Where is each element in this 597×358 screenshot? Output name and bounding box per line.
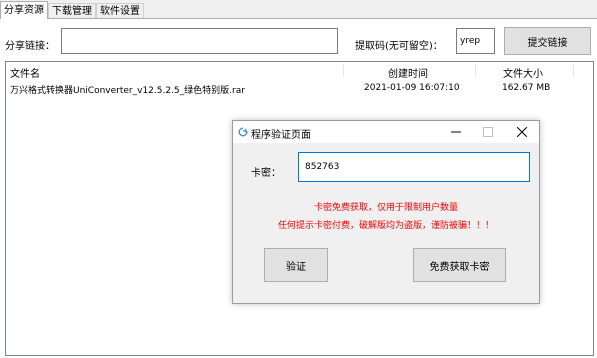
get-free-key-button[interactable]: 免费获取卡密	[413, 248, 506, 282]
notice-line-1: 卡密免费获取，仅用于限制用户数量	[313, 203, 458, 213]
notice-line-2: 任何提示卡密付费，破解版均为盗版，谨防被骗！！！	[277, 221, 494, 231]
submit-link-button[interactable]: 提交链接	[504, 27, 591, 55]
share-link-label: 分享链接：	[5, 41, 55, 52]
tab-strip: 分享资源 下载管理 软件设置	[0, 1, 144, 19]
minimize-button[interactable]	[441, 121, 471, 143]
tab-download[interactable]: 下载管理	[48, 3, 96, 19]
close-icon	[517, 127, 527, 137]
maximize-button[interactable]	[473, 121, 503, 143]
table-row[interactable]: 万兴格式转换器UniConverter_v12.5.2.5_绿色特别版.rar …	[6, 80, 593, 96]
file-size: 162.67 MB	[502, 83, 551, 93]
column-header-size[interactable]: 文件大小	[503, 65, 543, 80]
file-name: 万兴格式转换器UniConverter_v12.5.2.5_绿色特别版.rar	[10, 86, 245, 96]
column-divider[interactable]	[475, 64, 476, 77]
dialog-titlebar[interactable]: 程序验证页面	[233, 121, 539, 143]
dialog-title: 程序验证页面	[251, 130, 311, 141]
verify-button[interactable]: 验证	[264, 248, 328, 282]
minimize-icon	[451, 131, 461, 133]
tab-settings[interactable]: 软件设置	[96, 3, 144, 19]
column-header-created[interactable]: 创建时间	[388, 65, 428, 80]
extract-code-input[interactable]	[456, 28, 495, 54]
column-divider[interactable]	[343, 64, 344, 77]
card-key-input[interactable]	[298, 152, 530, 182]
maximize-icon	[483, 127, 493, 137]
tab-share[interactable]: 分享资源	[0, 1, 48, 19]
column-header-filename[interactable]: 文件名	[10, 65, 40, 80]
verification-dialog: 程序验证页面 卡密： 卡密免费获取，仅用于限制用户数量 任何提示卡密付费，破解版…	[232, 120, 540, 304]
column-divider[interactable]	[573, 64, 574, 77]
app-icon	[238, 127, 248, 137]
file-list-header: 文件名 创建时间 文件大小	[6, 62, 593, 80]
file-created: 2021-01-09 16:07:10	[364, 83, 460, 93]
share-link-input[interactable]	[61, 28, 338, 54]
extract-code-label: 提取码(无可留空)：	[355, 41, 443, 52]
close-button[interactable]	[507, 121, 537, 143]
card-key-label: 卡密：	[251, 168, 281, 179]
